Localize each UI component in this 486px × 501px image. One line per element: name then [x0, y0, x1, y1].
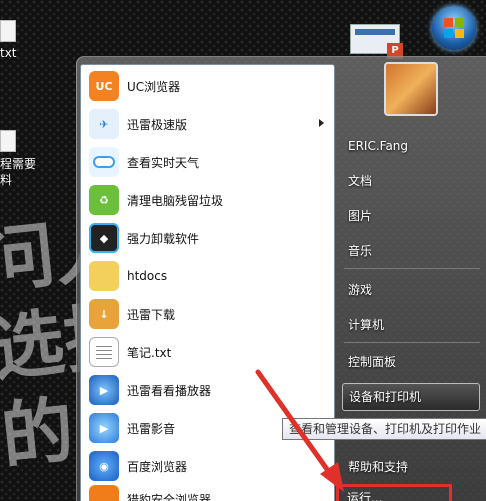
right-item-computer[interactable]: 计算机	[342, 311, 480, 339]
program-uc-browser[interactable]: UC UC浏览器	[81, 67, 334, 105]
program-xunlei-speed[interactable]: ✈ 迅雷极速版	[81, 105, 334, 143]
desktop-icon-txt[interactable]: txt	[0, 20, 17, 60]
recycle-icon: ♻	[89, 185, 119, 215]
program-htdocs[interactable]: htdocs	[81, 257, 334, 295]
media-player-icon: ▶	[89, 413, 119, 443]
program-cleaner[interactable]: ♻ 清理电脑残留垃圾	[81, 181, 334, 219]
liebao-browser-icon	[89, 485, 119, 501]
program-notes[interactable]: 笔记.txt	[81, 333, 334, 371]
uninstall-icon: ◆	[89, 223, 119, 253]
program-weather[interactable]: 查看实时天气	[81, 143, 334, 181]
submenu-arrow-icon[interactable]	[319, 119, 324, 127]
folder-icon	[89, 261, 119, 291]
menu-divider	[344, 342, 480, 343]
program-baidu-browser[interactable]: ◉ 百度浏览器	[81, 447, 334, 485]
start-orb-button[interactable]	[432, 6, 476, 50]
right-item-help-support[interactable]: 帮助和支持	[342, 453, 480, 481]
run-highlight-box[interactable]: 运行...	[336, 484, 452, 501]
xunlei-icon: ✈	[89, 109, 119, 139]
right-item-games[interactable]: 游戏	[342, 276, 480, 304]
right-item-devices-printers[interactable]: 设备和打印机	[342, 383, 480, 411]
program-xunlei-player[interactable]: ▶ 迅雷看看播放器	[81, 371, 334, 409]
text-file-icon	[89, 337, 119, 367]
folder-download-icon: ↓	[89, 299, 119, 329]
tooltip: 查看和管理设备、打印机及打印作业	[282, 418, 486, 440]
baidu-browser-icon: ◉	[89, 451, 119, 481]
program-liebao-browser[interactable]: 猎豹安全浏览器	[81, 485, 334, 501]
text-file-icon	[0, 20, 16, 42]
right-item-pictures[interactable]: 图片	[342, 202, 480, 230]
document-icon	[0, 130, 16, 152]
desktop-icon-doc[interactable]: 程需要 料	[0, 130, 36, 188]
program-xunlei-download[interactable]: ↓ 迅雷下载	[81, 295, 334, 333]
powerpoint-thumbnail[interactable]: P	[350, 24, 403, 59]
uc-browser-icon: UC	[89, 71, 119, 101]
program-uninstaller[interactable]: ◆ 强力卸载软件	[81, 219, 334, 257]
right-item-control-panel[interactable]: 控制面板	[342, 348, 480, 376]
menu-divider	[344, 268, 480, 269]
player-icon: ▶	[89, 375, 119, 405]
weather-icon	[89, 147, 119, 177]
windows-logo-icon	[444, 18, 464, 38]
right-item-documents[interactable]: 文档	[342, 167, 480, 195]
right-item-music[interactable]: 音乐	[342, 237, 480, 265]
user-avatar[interactable]	[384, 62, 438, 116]
right-item-user[interactable]: ERIC.Fang	[342, 132, 480, 160]
right-item-run[interactable]: 运行...	[347, 491, 382, 501]
